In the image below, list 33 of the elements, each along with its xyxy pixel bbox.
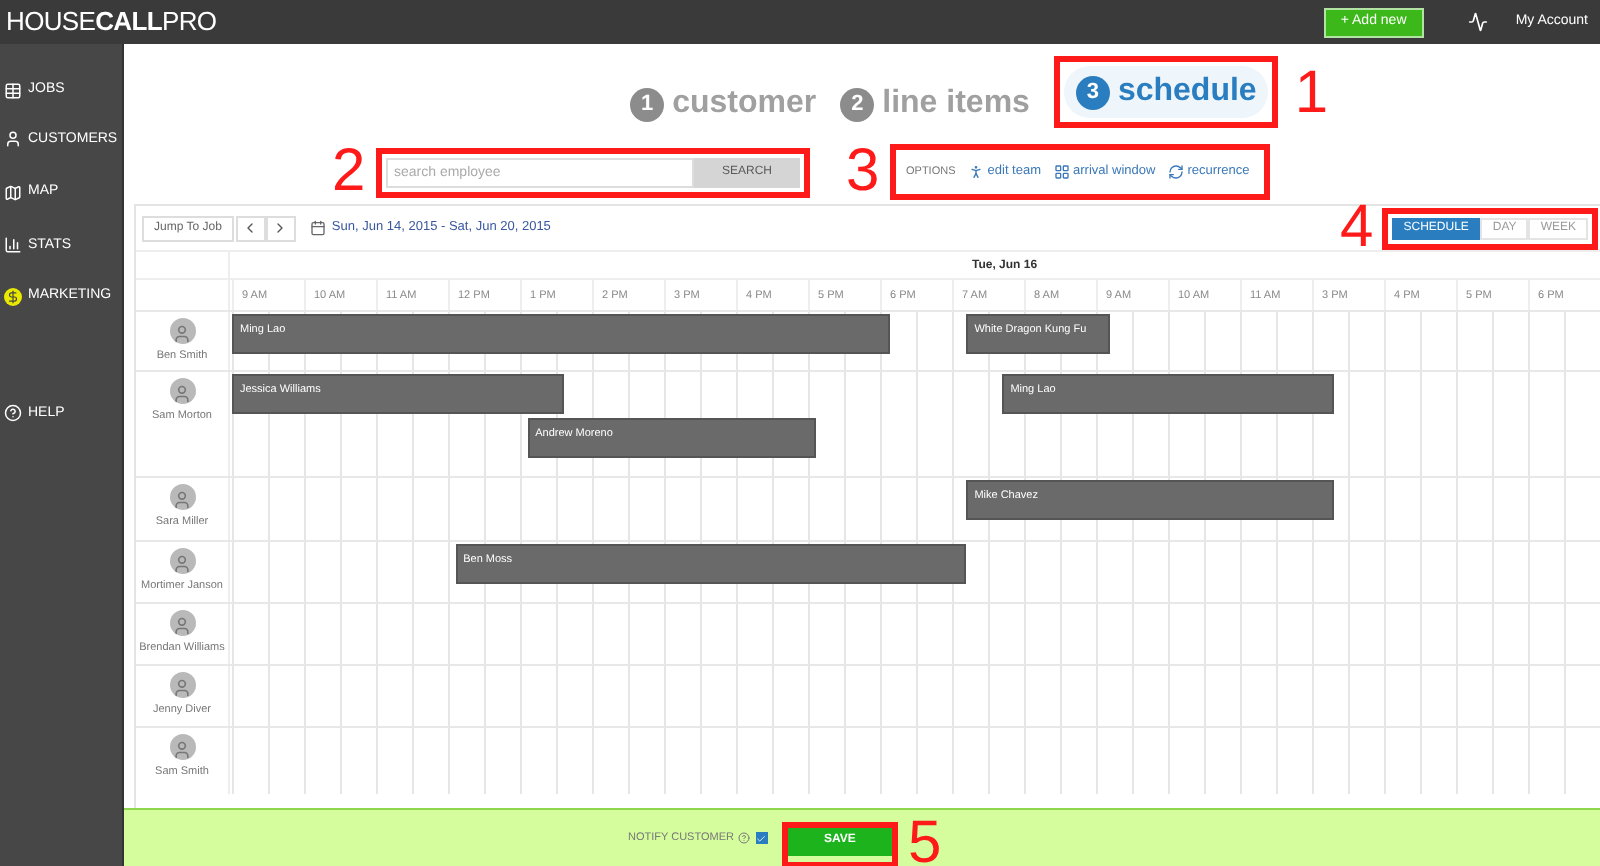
avatar bbox=[169, 548, 195, 574]
step-indicator[interactable]: 2 line items bbox=[840, 80, 1030, 128]
step-number: 1 bbox=[630, 87, 665, 121]
help-icon bbox=[4, 404, 22, 423]
avatar bbox=[169, 378, 195, 404]
notify-checkbox[interactable] bbox=[755, 832, 768, 844]
table-icon bbox=[4, 81, 22, 100]
avatar bbox=[169, 484, 195, 510]
person-icon bbox=[967, 164, 984, 180]
annotation-number: 4 bbox=[1340, 198, 1374, 258]
annotation-number: 5 bbox=[907, 814, 942, 866]
user-icon bbox=[4, 130, 22, 149]
logo: HOUSECALLPRO bbox=[6, 4, 217, 41]
avatar bbox=[169, 672, 195, 698]
avatar bbox=[169, 734, 195, 760]
refresh-icon bbox=[1167, 164, 1184, 180]
previous-button[interactable] bbox=[235, 215, 266, 241]
grid-icon bbox=[1053, 164, 1070, 180]
annotation-number: 2 bbox=[332, 142, 368, 202]
step-number: 2 bbox=[840, 87, 875, 121]
bar-chart-icon bbox=[4, 236, 22, 255]
annotation-number: 1 bbox=[1294, 64, 1328, 124]
map-icon bbox=[4, 183, 22, 202]
avatar bbox=[169, 610, 195, 636]
step-number: 3 bbox=[1075, 75, 1110, 109]
next-button[interactable] bbox=[265, 215, 296, 241]
help-icon[interactable] bbox=[737, 832, 750, 844]
avatar bbox=[169, 318, 195, 344]
step-indicator[interactable]: 1 customer bbox=[630, 80, 817, 128]
annotation-number: 3 bbox=[846, 142, 882, 202]
step-indicator[interactable]: 3 schedule bbox=[1063, 66, 1269, 118]
activity-icon[interactable] bbox=[1467, 12, 1488, 32]
calendar-icon bbox=[309, 220, 326, 236]
